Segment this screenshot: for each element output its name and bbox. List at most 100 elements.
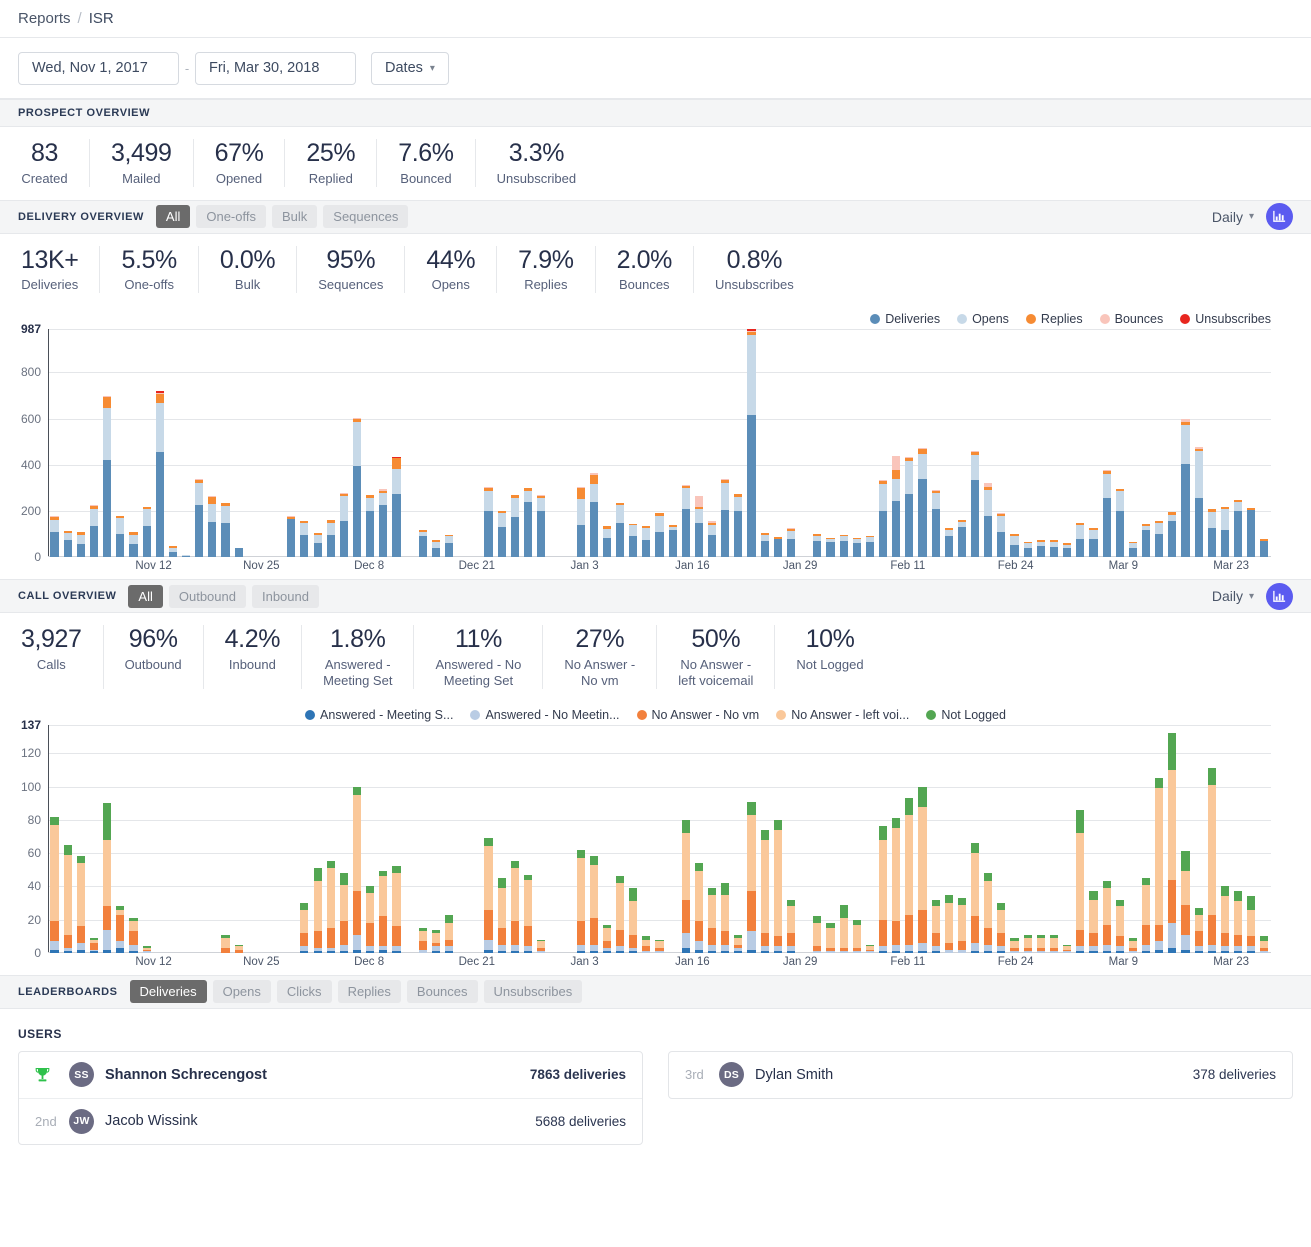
chart-bar[interactable] <box>511 725 519 953</box>
chart-bar[interactable] <box>747 725 755 953</box>
chart-bar[interactable] <box>1181 725 1189 953</box>
chart-bar[interactable] <box>774 725 782 953</box>
legend-item[interactable]: No Answer - left voi... <box>776 708 909 722</box>
chart-bar[interactable] <box>511 329 519 557</box>
chart-bar[interactable] <box>997 329 1005 557</box>
chart-bar[interactable] <box>524 725 532 953</box>
chart-bar[interactable] <box>327 725 335 953</box>
chart-bar[interactable] <box>90 329 98 557</box>
chart-bar[interactable] <box>64 329 72 557</box>
chart-bar[interactable] <box>945 725 953 953</box>
chart-bar[interactable] <box>971 725 979 953</box>
chart-bar[interactable] <box>1195 329 1203 557</box>
start-date-input[interactable]: Wed, Nov 1, 2017 <box>18 52 179 85</box>
chart-bar[interactable] <box>314 725 322 953</box>
chart-bar[interactable] <box>1155 725 1163 953</box>
delivery-tab-all[interactable]: All <box>156 205 190 228</box>
chart-bar[interactable] <box>918 329 926 557</box>
legend-item[interactable]: Bounces <box>1100 312 1164 326</box>
chart-bar[interactable] <box>826 725 834 953</box>
chart-bar[interactable] <box>984 725 992 953</box>
chart-bar[interactable] <box>866 725 874 953</box>
chart-bar[interactable] <box>603 329 611 557</box>
chart-bar[interactable] <box>1050 725 1058 953</box>
chart-bar[interactable] <box>1089 725 1097 953</box>
chart-bar[interactable] <box>537 329 545 557</box>
chart-bar[interactable] <box>300 725 308 953</box>
chart-bar[interactable] <box>77 725 85 953</box>
chart-bar[interactable] <box>997 725 1005 953</box>
chart-bar[interactable] <box>1247 725 1255 953</box>
chart-bar[interactable] <box>695 725 703 953</box>
chart-bar[interactable] <box>1076 329 1084 557</box>
chart-bar[interactable] <box>761 329 769 557</box>
chart-bar[interactable] <box>116 329 124 557</box>
chart-bar[interactable] <box>524 329 532 557</box>
chart-bar[interactable] <box>1103 725 1111 953</box>
legend-item[interactable]: Answered - No Meetin... <box>470 708 619 722</box>
delivery-tab-one-offs[interactable]: One-offs <box>196 205 266 228</box>
call-tab-inbound[interactable]: Inbound <box>252 585 319 608</box>
chart-bar[interactable] <box>761 725 769 953</box>
chart-bar[interactable] <box>419 329 427 557</box>
chart-bar[interactable] <box>616 725 624 953</box>
call-chart-type-button[interactable] <box>1266 583 1293 610</box>
chart-bar[interactable] <box>1208 725 1216 953</box>
chart-bar[interactable] <box>1142 725 1150 953</box>
chart-bar[interactable] <box>826 329 834 557</box>
chart-bar[interactable] <box>129 725 137 953</box>
delivery-tab-bulk[interactable]: Bulk <box>272 205 317 228</box>
chart-bar[interactable] <box>787 329 795 557</box>
chart-bar[interactable] <box>432 329 440 557</box>
chart-bar[interactable] <box>905 725 913 953</box>
chart-bar[interactable] <box>682 329 690 557</box>
chart-bar[interactable] <box>642 329 650 557</box>
chart-bar[interactable] <box>1142 329 1150 557</box>
chart-bar[interactable] <box>642 725 650 953</box>
chart-bar[interactable] <box>208 329 216 557</box>
chart-bar[interactable] <box>866 329 874 557</box>
chart-bar[interactable] <box>721 725 729 953</box>
chart-bar[interactable] <box>774 329 782 557</box>
chart-bar[interactable] <box>1116 725 1124 953</box>
chart-bar[interactable] <box>734 329 742 557</box>
legend-item[interactable]: Deliveries <box>870 312 940 326</box>
legend-item[interactable]: Replies <box>1026 312 1083 326</box>
leaderboard-tab-replies[interactable]: Replies <box>338 980 401 1003</box>
chart-bar[interactable] <box>1103 329 1111 557</box>
chart-bar[interactable] <box>445 329 453 557</box>
user-name[interactable]: Jacob Wissink <box>105 1113 198 1129</box>
chart-bar[interactable] <box>498 725 506 953</box>
chart-bar[interactable] <box>195 329 203 557</box>
chart-bar[interactable] <box>669 329 677 557</box>
breadcrumb-root[interactable]: Reports <box>18 10 71 27</box>
chart-bar[interactable] <box>616 329 624 557</box>
chart-bar[interactable] <box>1234 329 1242 557</box>
delivery-granularity-dropdown[interactable]: Daily ▾ <box>1212 209 1254 225</box>
chart-bar[interactable] <box>603 725 611 953</box>
chart-bar[interactable] <box>853 329 861 557</box>
chart-bar[interactable] <box>1037 725 1045 953</box>
chart-bar[interactable] <box>156 329 164 557</box>
chart-bar[interactable] <box>1010 329 1018 557</box>
chart-bar[interactable] <box>892 725 900 953</box>
chart-bar[interactable] <box>1208 329 1216 557</box>
chart-bar[interactable] <box>221 329 229 557</box>
chart-bar[interactable] <box>721 329 729 557</box>
chart-bar[interactable] <box>1116 329 1124 557</box>
legend-item[interactable]: Opens <box>957 312 1009 326</box>
chart-bar[interactable] <box>1024 725 1032 953</box>
chart-bar[interactable] <box>116 725 124 953</box>
chart-bar[interactable] <box>813 329 821 557</box>
chart-bar[interactable] <box>484 725 492 953</box>
chart-bar[interactable] <box>379 329 387 557</box>
chart-bar[interactable] <box>1089 329 1097 557</box>
chart-bar[interactable] <box>1129 725 1137 953</box>
chart-bar[interactable] <box>1247 329 1255 557</box>
chart-bar[interactable] <box>50 725 58 953</box>
legend-item[interactable]: No Answer - No vm <box>637 708 760 722</box>
chart-bar[interactable] <box>932 725 940 953</box>
chart-bar[interactable] <box>853 725 861 953</box>
chart-bar[interactable] <box>235 329 243 557</box>
chart-bar[interactable] <box>392 329 400 557</box>
